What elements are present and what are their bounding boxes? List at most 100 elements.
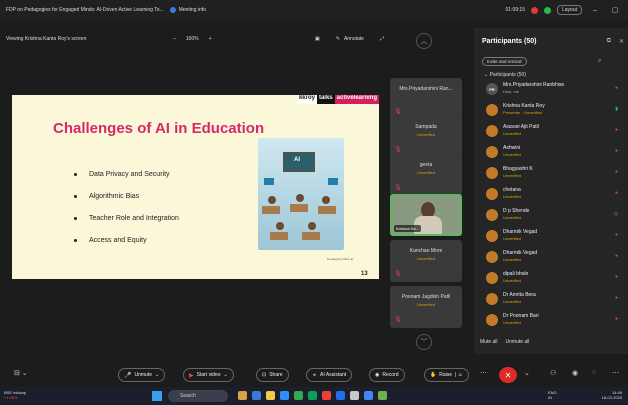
presenter-video-tile[interactable]: Krishna Ka... <box>390 194 462 236</box>
app-icon[interactable] <box>238 391 247 400</box>
muted-mic-icon: ● <box>614 190 618 196</box>
app-icon[interactable] <box>294 391 303 400</box>
avatar <box>486 188 498 200</box>
leave-meeting-button[interactable]: ✕ <box>499 367 517 383</box>
meeting-info-link[interactable]: Meeting info <box>179 7 206 13</box>
tile-name: Mrs.Priyadarshini Ran... <box>399 86 453 92</box>
participant-row[interactable]: Asavari Ajit Patil Unverified ● <box>482 123 622 143</box>
muted-mic-icon: ● <box>614 274 618 280</box>
muted-mic-icon: 🎙 <box>394 271 402 277</box>
tile-status: Unverified <box>416 132 435 137</box>
participant-row[interactable]: chetana Unverified ● <box>482 186 622 206</box>
share-button[interactable]: ⊡ Share <box>256 368 289 382</box>
viewing-label: Viewing Krishna Kanta Roy's screen <box>6 36 87 42</box>
avatar: PR <box>486 83 498 95</box>
bullet-item: Teacher Role and Integration <box>74 207 179 229</box>
chat-bubble-icon[interactable]: ◌ <box>592 369 596 376</box>
video-tile[interactable]: Sampada Unverified 🎙 <box>390 116 462 158</box>
clock[interactable]: 14:45 18-03-2025 <box>602 390 622 400</box>
zoom-in-button[interactable]: + <box>209 36 212 42</box>
app-icon[interactable] <box>364 391 373 400</box>
slide-page-number: 13 <box>361 271 368 277</box>
tile-name: Kanchan More <box>409 248 443 254</box>
windows-start-icon[interactable] <box>152 391 162 401</box>
app-icon[interactable] <box>308 391 317 400</box>
invite-button[interactable]: Invite and remind <box>482 57 527 66</box>
participant-row[interactable]: Dr Amrita Bera Unverified ● <box>482 291 622 311</box>
app-icon[interactable] <box>252 391 261 400</box>
participants-group-toggle[interactable]: ⌄ Participants (50) <box>484 72 526 78</box>
avatar <box>486 272 498 284</box>
people-icon[interactable]: ◉ <box>572 369 578 377</box>
illustration-ai-text: AI <box>294 157 300 163</box>
bullet-item: Data Privacy and Security <box>74 163 179 185</box>
search-icon[interactable]: ⌕ <box>598 58 601 65</box>
participant-row[interactable]: Krishna Kanta Roy Presenter · Unverified… <box>482 102 622 122</box>
annotate-button[interactable]: Annotate <box>344 36 364 42</box>
avatar <box>486 314 498 326</box>
zoom-app-icon[interactable] <box>280 391 289 400</box>
taskbar-search[interactable]: Search <box>168 390 228 402</box>
tile-name: Sampada <box>415 124 437 130</box>
zoom-out-button[interactable]: – <box>173 36 176 42</box>
annotate-icon: ✎ <box>335 36 340 42</box>
muted-mic-icon: ● <box>614 316 618 322</box>
view-options-icon[interactable]: ▣ <box>315 36 320 42</box>
tile-name: Poonam Jagdish Patil <box>401 294 451 300</box>
expand-icon[interactable]: ⤢ <box>380 36 384 42</box>
avatar <box>486 251 498 263</box>
layout-button[interactable]: Layout <box>556 5 582 15</box>
more-icon[interactable]: ⌄ <box>524 369 530 377</box>
video-tile[interactable]: Mrs.Priyadarshini Ran... 🎙 <box>390 78 462 120</box>
app-icon[interactable] <box>378 391 387 400</box>
popout-icon[interactable]: ⧉ <box>607 38 611 45</box>
tile-status: Unverified <box>416 170 435 175</box>
ai-assistant-button[interactable]: ✦ AI Assistant <box>306 368 353 382</box>
participant-row[interactable]: Dr Poonam Bari Unverified ● <box>482 312 622 332</box>
participant-row[interactable]: PR Mrs.Priyadarshini Ranbhise Host, me ● <box>482 81 622 101</box>
video-tile[interactable]: Poonam Jagdish Patil Unverified 🎙 <box>390 286 462 328</box>
chat-icon[interactable]: ⊟ ⌄ <box>14 369 28 377</box>
participant-row[interactable]: Dharmik Vegad Unverified ● <box>482 249 622 269</box>
video-tile[interactable]: geeta Unverified 🎙 <box>390 154 462 196</box>
participant-row[interactable]: Dharmik Vegad Unverified ● <box>482 228 622 248</box>
record-button[interactable]: ◉ Record <box>369 368 405 382</box>
unmute-button[interactable]: 🎤 Unmute ⌄ <box>118 368 166 382</box>
close-icon[interactable]: ✕ <box>619 38 624 45</box>
participant-row[interactable]: dipali bhole Unverified ● <box>482 270 622 290</box>
zoom-level[interactable]: 100% <box>186 36 199 42</box>
ai-assistant-icon: ✦ <box>312 372 318 379</box>
share-icon: ◇ <box>614 211 618 217</box>
recording-indicator-icon <box>530 6 538 14</box>
minimize-button[interactable]: – <box>588 7 602 14</box>
participant-row[interactable]: D p Shende Unverified ◇ <box>482 207 622 227</box>
tile-status: Unverified <box>416 302 435 307</box>
bullet-item: Access and Equity <box>74 229 179 251</box>
more-options-icon[interactable]: ⋯ <box>480 369 487 377</box>
connection-status-icon[interactable] <box>543 6 551 14</box>
muted-mic-icon: 🎙 <box>394 109 402 115</box>
participants-panel: Participants (50) ⧉ ✕ Invite and remind … <box>474 28 628 354</box>
muted-mic-icon: 🎙 <box>394 317 402 323</box>
edge-icon[interactable] <box>336 391 345 400</box>
language-indicator[interactable]: ENG IN <box>548 390 557 400</box>
overflow-icon[interactable]: ⋯ <box>612 369 619 377</box>
mute-all-button[interactable]: Mute all <box>480 339 498 345</box>
video-tile[interactable]: Kanchan More Unverified 🎙 <box>390 240 462 282</box>
participants-icon[interactable]: ⚇ <box>550 369 556 377</box>
participant-row[interactable]: Bhagyashri K Unverified ● <box>482 165 622 185</box>
scroll-down-button[interactable]: ﹀ <box>416 334 432 350</box>
raise-hand-button[interactable]: ✋ Raise | ☺ <box>424 368 469 382</box>
stock-widget[interactable]: BSE midcap +1.55% <box>4 390 26 400</box>
scroll-up-button[interactable]: ︿ <box>416 33 432 49</box>
unmute-all-button[interactable]: Unmute all <box>506 339 530 345</box>
app-icon[interactable] <box>350 391 359 400</box>
file-explorer-icon[interactable] <box>266 391 275 400</box>
chrome-icon[interactable] <box>322 391 331 400</box>
restore-button[interactable]: ▢ <box>608 6 622 14</box>
window-title: FDP on Pedagogies for Engaged Minds: AI-… <box>6 7 164 13</box>
meeting-info-icon[interactable] <box>169 7 176 13</box>
tile-status: Unverified <box>416 256 435 261</box>
participant-row[interactable]: Ashwini Unverified ● <box>482 144 622 164</box>
start-video-button[interactable]: ▶ Start video ⌄ <box>183 368 234 382</box>
